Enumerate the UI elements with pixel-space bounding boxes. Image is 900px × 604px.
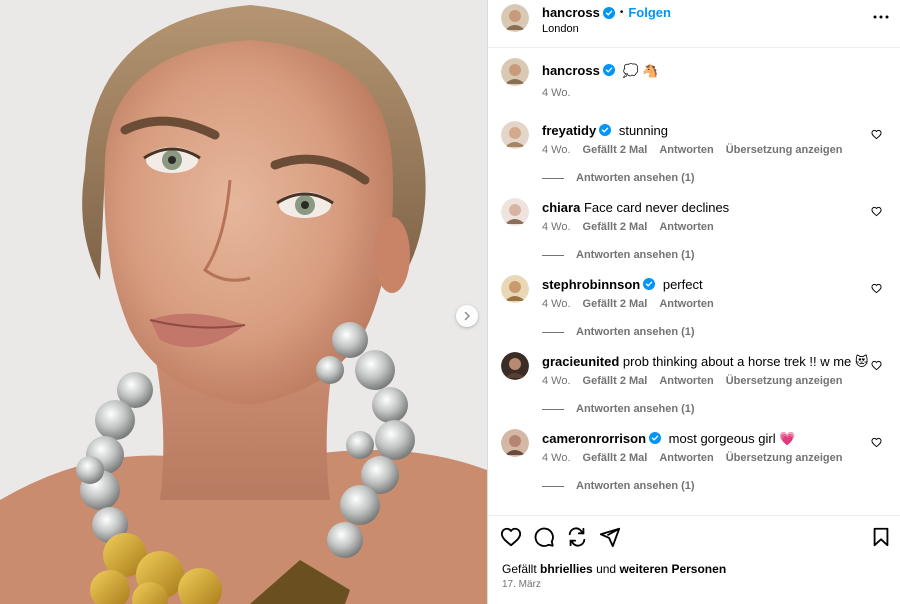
- comment-text: perfect: [662, 277, 703, 292]
- reply-button[interactable]: Antworten: [659, 374, 713, 388]
- likes-summary: Gefällt bhriellies und weiteren Personen: [488, 557, 900, 577]
- liked-user[interactable]: bhriellies: [540, 562, 593, 576]
- comment-username[interactable]: stephrobinnson: [542, 277, 640, 292]
- comment-item: gracieunited prob thinking about a horse…: [501, 352, 888, 415]
- verified-icon: [602, 6, 615, 19]
- comment-likes[interactable]: Gefällt 2 Mal: [583, 143, 648, 157]
- follow-button[interactable]: Folgen: [628, 4, 671, 21]
- view-replies-label: Antworten ansehen (1): [576, 326, 695, 338]
- view-replies-label: Antworten ansehen (1): [576, 403, 695, 415]
- liked-prefix: Gefällt: [502, 562, 537, 576]
- post-sidebar: hancross • Folgen London hancross 💭 🐴 4 …: [487, 0, 900, 604]
- avatar[interactable]: [501, 198, 529, 226]
- comments-list[interactable]: hancross 💭 🐴 4 Wo. freyatidy stunning 4 …: [488, 48, 900, 515]
- share-icon[interactable]: [566, 526, 588, 548]
- translate-button[interactable]: Übersetzung anzeigen: [726, 143, 843, 157]
- liked-and: und: [596, 562, 617, 576]
- portrait-photo: [0, 0, 487, 604]
- translate-button[interactable]: Übersetzung anzeigen: [726, 374, 843, 388]
- send-icon[interactable]: [599, 526, 621, 548]
- comment-username[interactable]: chiara: [542, 200, 580, 215]
- verified-icon: [602, 64, 615, 76]
- view-replies-button[interactable]: Antworten ansehen (1): [542, 480, 888, 492]
- comment-time[interactable]: 4 Wo.: [542, 297, 571, 311]
- comment-text: Face card never declines: [583, 200, 730, 215]
- post-actions: [488, 515, 900, 557]
- verified-icon: [643, 278, 656, 290]
- comment-item: cameronrorrison most gorgeous girl 💗 4 W…: [501, 429, 888, 492]
- comment-time[interactable]: 4 Wo.: [542, 220, 571, 234]
- translate-button[interactable]: Übersetzung anzeigen: [726, 451, 843, 465]
- post-date[interactable]: 17. März: [488, 577, 900, 590]
- avatar[interactable]: [501, 4, 529, 32]
- view-replies-button[interactable]: Antworten ansehen (1): [542, 172, 888, 184]
- post-location[interactable]: London: [542, 22, 671, 36]
- view-replies-button[interactable]: Antworten ansehen (1): [542, 249, 888, 261]
- bookmark-icon[interactable]: [870, 526, 892, 548]
- comment-icon[interactable]: [533, 526, 555, 548]
- view-replies-label: Antworten ansehen (1): [576, 249, 695, 261]
- like-comment-heart-icon[interactable]: [871, 360, 882, 371]
- reply-button[interactable]: Antworten: [659, 297, 713, 311]
- avatar[interactable]: [501, 275, 529, 303]
- comment-text: most gorgeous girl 💗: [668, 431, 796, 446]
- comment-likes[interactable]: Gefällt 2 Mal: [583, 220, 648, 234]
- like-comment-heart-icon[interactable]: [871, 129, 882, 140]
- verified-icon: [599, 124, 612, 136]
- avatar[interactable]: [501, 58, 529, 86]
- post-viewer: hancross • Folgen London hancross 💭 🐴 4 …: [0, 0, 900, 604]
- like-comment-heart-icon[interactable]: [871, 437, 882, 448]
- comment-time[interactable]: 4 Wo.: [542, 451, 571, 465]
- comment-time[interactable]: 4 Wo.: [542, 143, 571, 157]
- comment-item: stephrobinnson perfect 4 Wo. Gefällt 2 M…: [501, 275, 888, 338]
- comment-likes[interactable]: Gefällt 2 Mal: [583, 374, 648, 388]
- reply-button[interactable]: Antworten: [659, 220, 713, 234]
- comment-item: freyatidy stunning 4 Wo. Gefällt 2 Mal A…: [501, 121, 888, 184]
- comment-likes[interactable]: Gefällt 2 Mal: [583, 297, 648, 311]
- reply-button[interactable]: Antworten: [659, 451, 713, 465]
- avatar[interactable]: [501, 429, 529, 457]
- view-replies-button[interactable]: Antworten ansehen (1): [542, 326, 888, 338]
- comment-username[interactable]: gracieunited: [542, 354, 619, 369]
- more-options-icon[interactable]: [872, 8, 890, 26]
- comment-username[interactable]: cameronrorrison: [542, 431, 646, 446]
- comment-text: prob thinking about a horse trek !! w me…: [622, 354, 869, 369]
- avatar[interactable]: [501, 352, 529, 380]
- caption-time[interactable]: 4 Wo.: [542, 86, 571, 100]
- caption-text: 💭 🐴: [622, 63, 659, 78]
- comment-item: chiara Face card never declines 4 Wo. Ge…: [501, 198, 888, 261]
- post-header: hancross • Folgen London: [488, 0, 900, 48]
- chevron-right-icon: [464, 311, 471, 321]
- post-image[interactable]: [0, 0, 487, 604]
- like-comment-heart-icon[interactable]: [871, 206, 882, 217]
- comment-username[interactable]: freyatidy: [542, 123, 596, 138]
- liked-others[interactable]: weiteren Personen: [619, 562, 726, 576]
- caption-username[interactable]: hancross: [542, 63, 600, 78]
- reply-button[interactable]: Antworten: [659, 143, 713, 157]
- post-author-username[interactable]: hancross: [542, 4, 600, 21]
- like-comment-heart-icon[interactable]: [871, 283, 882, 294]
- comment-text: stunning: [618, 123, 668, 138]
- post-caption: hancross 💭 🐴 4 Wo.: [501, 58, 888, 100]
- next-image-button[interactable]: [456, 305, 478, 327]
- comment-likes[interactable]: Gefällt 2 Mal: [583, 451, 648, 465]
- view-replies-label: Antworten ansehen (1): [576, 172, 695, 184]
- verified-icon: [649, 432, 662, 444]
- heart-icon[interactable]: [500, 526, 522, 548]
- avatar[interactable]: [501, 121, 529, 149]
- comment-time[interactable]: 4 Wo.: [542, 374, 571, 388]
- view-replies-button[interactable]: Antworten ansehen (1): [542, 403, 888, 415]
- separator-dot: •: [619, 7, 624, 18]
- view-replies-label: Antworten ansehen (1): [576, 480, 695, 492]
